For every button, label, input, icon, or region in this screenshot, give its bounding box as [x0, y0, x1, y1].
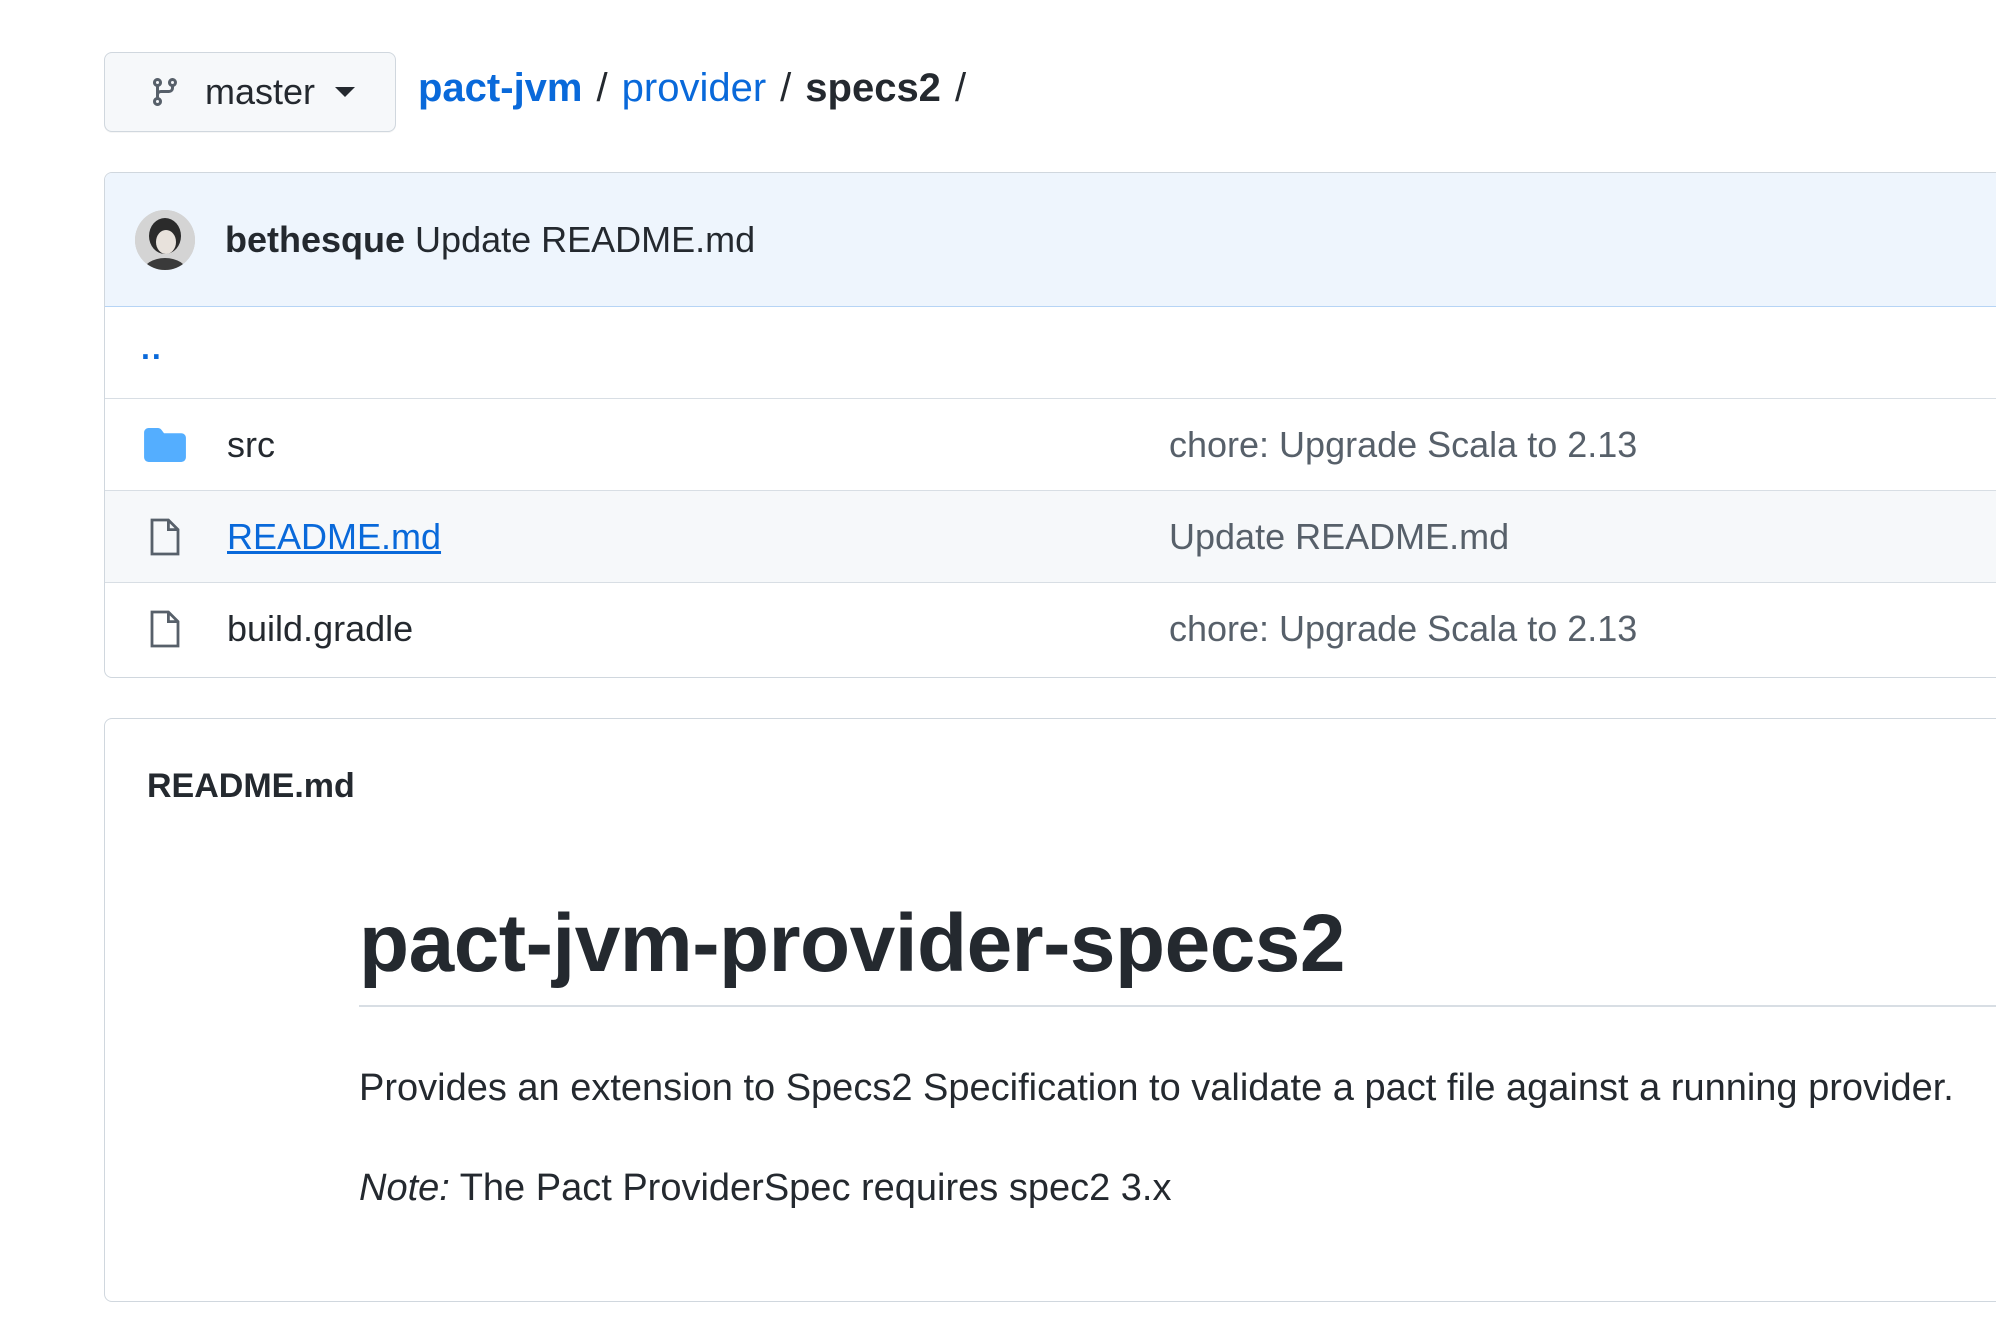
readme-note-label: Note: [359, 1167, 450, 1209]
breadcrumb: pact-jvm / provider / specs2 / [418, 66, 980, 111]
avatar[interactable] [135, 209, 195, 270]
file-row[interactable]: build.gradle chore: Upgrade Scala to 2.1… [105, 583, 1996, 675]
latest-commit-bar: bethesque Update README.md [105, 173, 1996, 307]
readme-paragraph: Provides an extension to Specs2 Specific… [359, 1067, 1954, 1109]
file-commit-message[interactable]: chore: Upgrade Scala to 2.13 [1169, 424, 1637, 466]
readme-note: Note: The Pact ProviderSpec requires spe… [359, 1167, 1172, 1210]
breadcrumb-folder-link[interactable]: provider [622, 66, 767, 111]
breadcrumb-separator: / [954, 66, 967, 110]
file-name-link[interactable]: src [227, 424, 275, 466]
folder-icon [143, 425, 187, 465]
breadcrumb-repo-link[interactable]: pact-jvm [418, 66, 583, 111]
readme-heading: pact-jvm-provider-specs2 [359, 897, 1996, 1007]
repo-page: master pact-jvm / provider / specs2 / be… [0, 0, 1996, 1332]
file-browser: bethesque Update README.md .. src chore:… [104, 172, 1996, 678]
branch-select-button[interactable]: master [104, 52, 396, 132]
breadcrumb-separator: / [596, 66, 608, 110]
git-branch-icon [152, 78, 177, 107]
readme-filename: README.md [147, 767, 355, 805]
commit-author-link[interactable]: bethesque [225, 219, 405, 261]
breadcrumb-separator: / [780, 66, 792, 110]
branch-name: master [205, 71, 316, 112]
commit-message-link[interactable]: Update README.md [415, 219, 755, 261]
parent-directory-row[interactable]: .. [105, 307, 1996, 399]
avatar-image [135, 209, 195, 270]
file-icon [143, 609, 187, 649]
file-commit-message[interactable]: Update README.md [1169, 516, 1509, 558]
readme-note-text: The Pact ProviderSpec requires spec2 3.x [449, 1167, 1172, 1209]
file-row[interactable]: README.md Update README.md [105, 491, 1996, 583]
file-name-link[interactable]: README.md [227, 516, 441, 558]
caret-down-icon [335, 87, 356, 97]
file-name-link[interactable]: build.gradle [227, 608, 413, 650]
parent-directory-link[interactable]: .. [141, 330, 163, 367]
file-commit-message[interactable]: chore: Upgrade Scala to 2.13 [1169, 608, 1637, 650]
file-icon [143, 517, 187, 557]
file-row[interactable]: src chore: Upgrade Scala to 2.13 [105, 399, 1996, 491]
breadcrumb-current: specs2 [805, 66, 941, 110]
readme-panel: README.md pact-jvm-provider-specs2 Provi… [104, 718, 1996, 1302]
